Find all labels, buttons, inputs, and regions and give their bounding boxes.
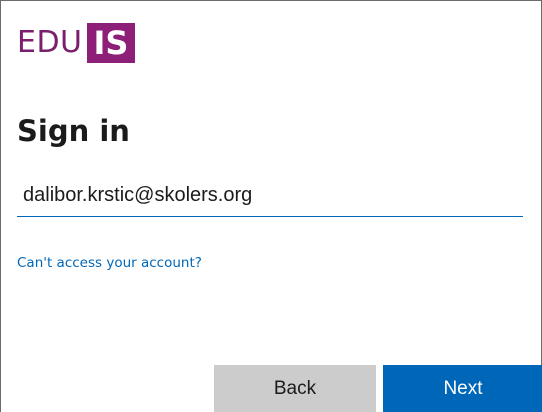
- page-title: Sign in: [17, 114, 130, 148]
- email-field[interactable]: [17, 175, 523, 217]
- next-button[interactable]: Next: [383, 365, 542, 412]
- back-button[interactable]: Back: [214, 365, 376, 412]
- sign-in-panel: EDU IS Sign in Can't access your account…: [0, 0, 542, 412]
- cant-access-account-link[interactable]: Can't access your account?: [17, 253, 202, 273]
- logo-edu-text: EDU: [17, 25, 83, 60]
- logo-is-block: IS: [86, 23, 136, 63]
- eduis-logo: EDU IS: [17, 23, 136, 63]
